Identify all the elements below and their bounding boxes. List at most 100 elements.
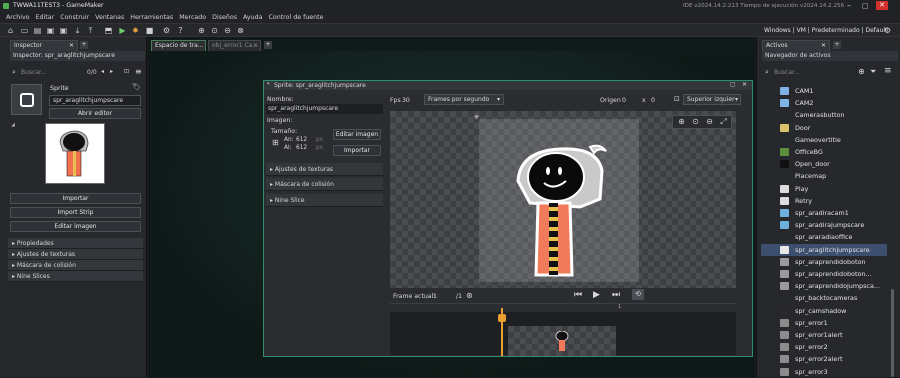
close-button[interactable]: ✕ [876, 1, 888, 10]
window-close-icon[interactable]: ✕ [742, 81, 747, 88]
zoom-out-icon[interactable]: ⊖ [705, 117, 714, 126]
first-frame-icon[interactable]: ⏮ [574, 290, 582, 300]
asset-item[interactable]: spr_araglitchjumpscare [780, 244, 870, 256]
menu-disenos[interactable]: Diseños [212, 14, 237, 21]
frame-thumbnail[interactable] [508, 326, 616, 356]
zoom-reset-icon[interactable]: ⊙ [210, 26, 219, 35]
asset-item[interactable]: spr_araradiaoffice [780, 231, 853, 243]
sprite-name-field[interactable]: spr_araglitchjumpscare [49, 95, 141, 106]
fit-to-view-icon[interactable]: ⤢ [719, 117, 728, 126]
asset-item[interactable]: spr_aradirajumpscare [780, 219, 864, 231]
object-tab[interactable]: obj_error1 Ca... ✕ [208, 40, 261, 51]
asset-item[interactable]: spr_araprendidoboton... [780, 268, 872, 280]
close-icon[interactable]: ✕ [821, 41, 826, 51]
minimize-button[interactable]: – [847, 1, 851, 10]
fps-mode-dropdown[interactable]: Frames por segundo ▾ [424, 94, 504, 105]
asset-item[interactable]: Placemap [780, 170, 826, 182]
globe-icon[interactable]: ⊛ [466, 291, 473, 300]
edit-image-button[interactable]: Editar imagen [333, 129, 381, 140]
timeline[interactable]: 1 [390, 303, 736, 356]
build-icon[interactable]: ⬒ [104, 26, 113, 35]
save-as-icon[interactable]: ▣ [59, 26, 68, 35]
asset-item[interactable]: OfficeBG [780, 146, 823, 158]
menu-control-fuente[interactable]: Control de fuente [268, 14, 323, 21]
import-strip-button[interactable]: Import Strip [10, 207, 141, 218]
import-icon[interactable]: ⤓ [73, 26, 82, 35]
sprite-editor-titlebar[interactable]: ▾ Sprite: spr_araglitchjumpscare ▢ ✕ [264, 81, 752, 90]
sprite-name-input[interactable]: spr_araglitchjumpscare [266, 104, 383, 114]
zoom-reset-icon[interactable]: ⊙ [691, 117, 700, 126]
resize-icon[interactable]: ⊞ [272, 138, 279, 147]
asset-item[interactable]: Door [780, 122, 810, 134]
target-settings-icon[interactable]: ⚙ [883, 26, 892, 35]
close-icon[interactable]: ✕ [69, 41, 74, 51]
add-tab-icon[interactable]: + [833, 41, 841, 49]
search-input[interactable]: Buscar... [21, 69, 47, 76]
run-icon[interactable]: ▶ [118, 26, 127, 35]
close-icon[interactable]: ✕ [253, 41, 258, 51]
asset-item[interactable]: spr_error1 [780, 317, 828, 329]
add-tab-icon[interactable]: + [264, 41, 272, 49]
next-icon[interactable]: ▸ [110, 68, 113, 75]
export-icon[interactable]: ⤒ [86, 26, 95, 35]
menu-icon[interactable]: ≡ [135, 67, 142, 76]
assets-tab[interactable]: Activos ✕ [762, 40, 830, 51]
targets-selector[interactable]: Windows | VM | Predeterminado | Default [764, 27, 887, 34]
zoom-in-icon[interactable]: ⊕ [677, 117, 686, 126]
loop-toggle-icon[interactable]: ⟲ [632, 289, 644, 300]
zoom-fit-icon[interactable]: ⊗ [236, 26, 245, 35]
asset-scrollbar[interactable] [891, 289, 894, 377]
prev-icon[interactable]: ◂ [101, 68, 104, 75]
add-asset-icon[interactable]: ⊕ [858, 67, 865, 76]
asset-item[interactable]: spr_error3 [780, 366, 828, 378]
open-editor-button[interactable]: Abrir editor [49, 108, 141, 119]
asset-item[interactable]: spr_error1alert [780, 329, 843, 341]
asset-item[interactable]: Retry [780, 195, 812, 207]
workspace-tab[interactable]: Espacio de tra... [151, 40, 206, 51]
edit-image-button[interactable]: Editar imagen [10, 221, 141, 232]
import-button[interactable]: Importar [10, 193, 141, 204]
texture-settings-section[interactable]: ▸ Ajustes de texturas [8, 249, 143, 260]
menu-ventanas[interactable]: Ventanas [95, 14, 124, 21]
home-icon[interactable]: ⌂ [6, 26, 15, 35]
add-tab-icon[interactable]: + [80, 41, 88, 49]
open-project-icon[interactable]: ▤ [33, 26, 42, 35]
asset-item[interactable]: spr_error2 [780, 341, 828, 353]
asset-menu-icon[interactable]: ≡ [884, 66, 892, 76]
lock-icon[interactable]: ⊡ [124, 68, 129, 75]
origin-preset-dropdown[interactable]: Superior izquier ▾ [683, 94, 741, 105]
properties-section[interactable]: ▸ Propiedades [8, 238, 143, 249]
fps-value[interactable]: 30 [402, 97, 410, 104]
new-project-icon[interactable]: ▭ [20, 26, 29, 35]
lock-icon[interactable]: ⊡ [674, 95, 680, 103]
menu-ayuda[interactable]: Ayuda [243, 14, 262, 21]
playhead-handle[interactable] [498, 314, 506, 322]
zoom-in-icon[interactable]: ⊕ [197, 26, 206, 35]
asset-item[interactable]: spr_backtocameras [780, 292, 857, 304]
maximize-button[interactable]: ▢ [862, 2, 869, 10]
tag-icon[interactable]: 🏷 [132, 83, 141, 91]
menu-herramientas[interactable]: Herramientas [130, 14, 173, 21]
menu-archivo[interactable]: Archivo [6, 14, 30, 21]
filter-icon[interactable]: ⏷ [870, 67, 876, 77]
texture-settings-section[interactable]: ▸ Ajustes de texturas [266, 163, 383, 176]
collapse-icon[interactable]: ▾ [267, 81, 270, 87]
asset-item[interactable]: spr_aradiracam1 [780, 207, 849, 219]
asset-item[interactable]: Camerasbutton [780, 109, 845, 121]
collision-mask-section[interactable]: ▸ Máscara de colisión [266, 178, 383, 191]
nine-slice-section[interactable]: ▸ Nine Slice [266, 194, 383, 207]
import-button[interactable]: Importar [333, 145, 381, 156]
asset-item[interactable]: Gameovertitle [780, 134, 841, 146]
origin-x[interactable]: 0 [622, 97, 626, 104]
nine-slices-section[interactable]: ▸ Nine Slices [8, 271, 143, 282]
save-icon[interactable]: ▣ [46, 26, 55, 35]
settings-icon[interactable]: ⚙ [162, 26, 171, 35]
stop-icon[interactable]: ■ [145, 26, 154, 35]
zoom-out-icon[interactable]: ⊖ [223, 26, 232, 35]
origin-y[interactable]: 0 [651, 97, 655, 104]
window-max-icon[interactable]: ▢ [730, 81, 736, 88]
menu-construir[interactable]: Construir [60, 14, 89, 21]
last-frame-icon[interactable]: ⏭ [612, 290, 620, 300]
sprite-canvas[interactable]: ⌖ ⊕ ⊙ ⊖ ⤢ [390, 111, 736, 288]
play-icon[interactable]: ▶ [593, 290, 600, 300]
